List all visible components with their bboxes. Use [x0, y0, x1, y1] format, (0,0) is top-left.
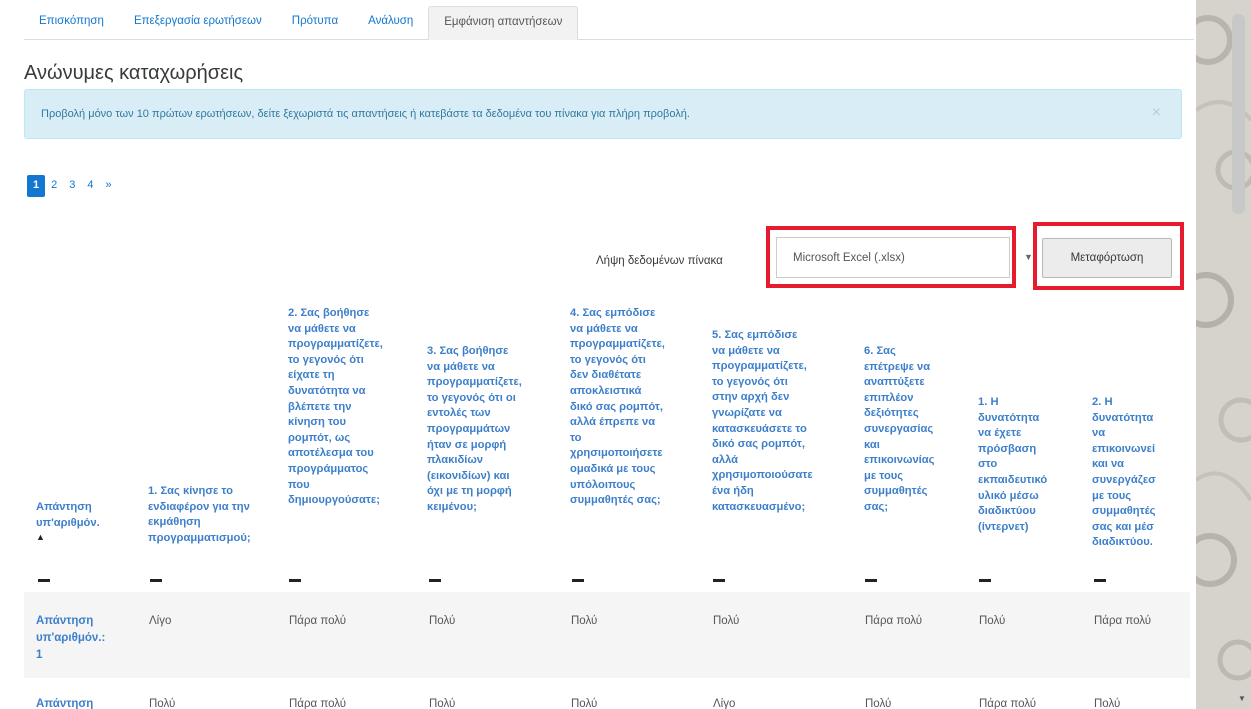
row-label[interactable]: Απάντηση υπ'αριθμόν.: 1: [36, 613, 116, 664]
tab-overview[interactable]: Επισκόπηση: [24, 6, 119, 40]
page-link-3[interactable]: 3: [63, 175, 81, 197]
collapse-icon[interactable]: [572, 579, 584, 582]
collapse-icon[interactable]: [38, 579, 50, 582]
info-alert: Προβολή μόνο των 10 πρώτων ερωτήσεων, δε…: [24, 89, 1182, 139]
collapse-icon[interactable]: [150, 579, 162, 582]
table-cell: Λίγο: [713, 698, 736, 709]
table-cell: Πολύ: [429, 698, 456, 709]
col-header-q7[interactable]: 1. Ηδυνατότητα να έχετε πρόσβαση στο εκπαιδε…: [978, 395, 1078, 535]
table-cell: Πολύ: [149, 698, 176, 709]
table-cell: Πάρα πολύ: [865, 615, 923, 627]
collapse-icon[interactable]: [1094, 579, 1106, 582]
tab-edit-questions[interactable]: Επεξεργασία ερωτήσεων: [119, 6, 277, 40]
table-cell: Πολύ: [571, 615, 598, 627]
col-header-q5[interactable]: 5. Σας εμπόδισε να μάθετε να προγραμματίζε…: [712, 328, 852, 515]
collapse-icon[interactable]: [429, 579, 441, 582]
table-cell: Πολύ: [1094, 698, 1121, 709]
collapse-icon[interactable]: [289, 579, 301, 582]
next-page-link[interactable]: »: [100, 175, 118, 197]
tab-bar: Επισκόπηση Επεξεργασία ερωτήσεων Πρότυπα…: [24, 6, 1194, 40]
scrollbar-thumb[interactable]: [1232, 14, 1245, 214]
table-cell: Πάρα πολύ: [1094, 615, 1152, 627]
table-cell: Πολύ: [865, 698, 892, 709]
table-cell: Πολύ: [571, 698, 598, 709]
page: Επισκόπηση Επεξεργασία ερωτήσεων Πρότυπα…: [0, 0, 1251, 709]
row-label[interactable]: Απάντηση: [36, 696, 116, 709]
collapse-icon[interactable]: [979, 579, 991, 582]
table-cell: Πολύ: [979, 615, 1006, 627]
highlight-box-button: [1033, 222, 1184, 290]
table-cell: Πάρα πολύ: [289, 615, 347, 627]
collapse-icon[interactable]: [865, 579, 877, 582]
close-icon[interactable]: ×: [1152, 104, 1161, 122]
pagination: 1 2 3 4 »: [27, 175, 118, 197]
page-title: Ανώνυμες καταχωρήσεις: [24, 62, 244, 84]
col-header-q6[interactable]: 6. Σας επέτρεψε να αναπτύξετε επιπλέον δεξιό…: [864, 344, 974, 516]
tab-templates[interactable]: Πρότυπα: [277, 6, 353, 40]
table-cell: Πολύ: [429, 615, 456, 627]
col-header-q4[interactable]: 4. Σας εμπόδισε να μάθετε να προγραμματίζε…: [570, 306, 705, 509]
page-link-1[interactable]: 1: [27, 175, 46, 197]
table-cell: Πάρα πολύ: [979, 698, 1037, 709]
download-label: Λήψη δεδομένων πίνακα: [596, 255, 723, 267]
tab-analysis[interactable]: Ανάλυση: [353, 6, 428, 40]
highlight-box-select: [766, 226, 1016, 288]
page-link-4[interactable]: 4: [81, 175, 99, 197]
tab-show-responses[interactable]: Εμφάνιση απαντήσεων: [428, 6, 579, 40]
sort-up-icon[interactable]: ▲: [36, 531, 136, 543]
collapse-icon[interactable]: [713, 579, 725, 582]
col-header-q1[interactable]: 1. Σας κίνησε το ενδιαφέρον για την εκμάθη…: [148, 484, 283, 546]
table-cell: Λίγο: [149, 615, 172, 627]
chevron-down-icon[interactable]: ▼: [1024, 252, 1033, 262]
table-cell: Πάρα πολύ: [289, 698, 347, 709]
table-row: [24, 592, 1190, 678]
col-header-q8[interactable]: 2. Ηδυνατότητα να επικοινωνεί και να συνεργά…: [1092, 395, 1192, 551]
col-header-q3[interactable]: 3. Σας βοήθησε να μάθετε να προγραμματίζετ…: [427, 344, 562, 516]
alert-text: Προβολή μόνο των 10 πρώτων ερωτήσεων, δε…: [41, 108, 690, 120]
page-link-2[interactable]: 2: [45, 175, 63, 197]
col-header-response-number[interactable]: Απάντηση υπ'αριθμόν. ▲: [36, 500, 136, 543]
table-cell: Πολύ: [713, 615, 740, 627]
col-header-q2[interactable]: 2. Σας βοήθησε να μάθετε να προγραμματίζετ…: [288, 306, 418, 509]
scroll-down-arrow-icon[interactable]: ▼: [1238, 694, 1246, 703]
